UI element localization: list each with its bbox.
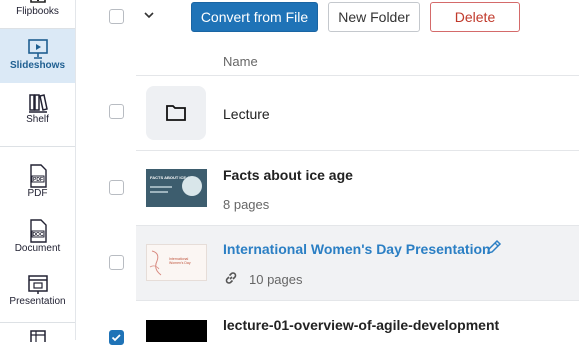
- main-content: Convert from File New Folder Delete Name…: [76, 0, 579, 345]
- column-header-name[interactable]: Name: [223, 54, 258, 69]
- sidebar-item-more[interactable]: [0, 330, 75, 342]
- slideshow-thumbnail: FACTS ABOUT ICE AGE: [146, 169, 207, 207]
- delete-button[interactable]: Delete: [430, 2, 520, 32]
- sidebar-item-label: Document: [14, 243, 61, 254]
- svg-text:DOC: DOC: [32, 232, 44, 238]
- table-icon: [29, 330, 46, 342]
- folder-thumbnail: [146, 86, 206, 140]
- sidebar-item-flipbooks[interactable]: Flipbooks: [0, 0, 75, 24]
- divider: [0, 146, 75, 147]
- divider: [0, 322, 75, 323]
- check-icon: [111, 334, 121, 342]
- thumbnail-text: International Women's Day: [169, 257, 191, 265]
- folder-icon: [166, 105, 186, 121]
- row-checkbox[interactable]: [109, 255, 124, 270]
- doc-file-icon: DOC: [29, 219, 47, 243]
- pdf-file-icon: PDF: [29, 164, 47, 188]
- sidebar-item-label: Flipbooks: [16, 6, 59, 17]
- sidebar-item-label: Presentation: [9, 296, 66, 307]
- page-count: 10 pages: [249, 272, 303, 287]
- item-title[interactable]: lecture-01-overview-of-agile-development: [223, 317, 499, 333]
- sidebar-item-slideshows[interactable]: Slideshows: [0, 29, 75, 83]
- sidebar-item-pdf[interactable]: PDF PDF: [0, 164, 75, 204]
- item-title-link[interactable]: International Women's Day Presentation: [223, 241, 491, 257]
- presentation-icon: [27, 275, 48, 294]
- shelf-icon: [28, 94, 48, 113]
- row-checkbox[interactable]: [109, 104, 124, 119]
- thumbnail-image: [182, 176, 202, 196]
- page-count: 8 pages: [223, 197, 270, 212]
- slideshow-icon: [27, 39, 48, 59]
- sidebar: Flipbooks Slideshows Shelf PDF PDF DOC D…: [0, 0, 76, 342]
- slideshow-thumbnail: International Women's Day: [146, 244, 207, 281]
- slideshow-thumbnail: [146, 320, 207, 342]
- item-title[interactable]: Lecture: [223, 106, 270, 122]
- list-item[interactable]: lecture-01-overview-of-agile-development: [109, 301, 579, 345]
- sidebar-item-document[interactable]: DOC Document: [0, 219, 75, 259]
- thumbnail-line: [150, 191, 168, 193]
- convert-from-file-button[interactable]: Convert from File: [191, 2, 318, 32]
- sidebar-item-label: Shelf: [26, 114, 49, 125]
- new-folder-button[interactable]: New Folder: [328, 2, 420, 32]
- sidebar-item-label: PDF: [27, 188, 48, 199]
- list-item[interactable]: Lecture: [109, 76, 579, 150]
- thumbnail-line: [150, 186, 172, 188]
- link-icon[interactable]: [223, 270, 239, 286]
- pencil-icon[interactable]: [486, 239, 502, 255]
- sidebar-item-shelf[interactable]: Shelf: [0, 92, 75, 132]
- sidebar-item-presentation[interactable]: Presentation: [0, 274, 75, 314]
- row-checkbox[interactable]: [109, 330, 124, 345]
- list-item[interactable]: International Women's Day International …: [109, 226, 579, 300]
- sidebar-item-label: Slideshows: [9, 60, 65, 71]
- thumbnail-illustration: [149, 250, 162, 276]
- row-checkbox[interactable]: [109, 180, 124, 195]
- svg-text:PDF: PDF: [33, 177, 43, 183]
- select-all-checkbox[interactable]: [109, 9, 124, 24]
- list-item[interactable]: FACTS ABOUT ICE AGE Facts about ice age …: [109, 151, 579, 225]
- chevron-down-icon[interactable]: [144, 11, 154, 19]
- item-title[interactable]: Facts about ice age: [223, 167, 353, 183]
